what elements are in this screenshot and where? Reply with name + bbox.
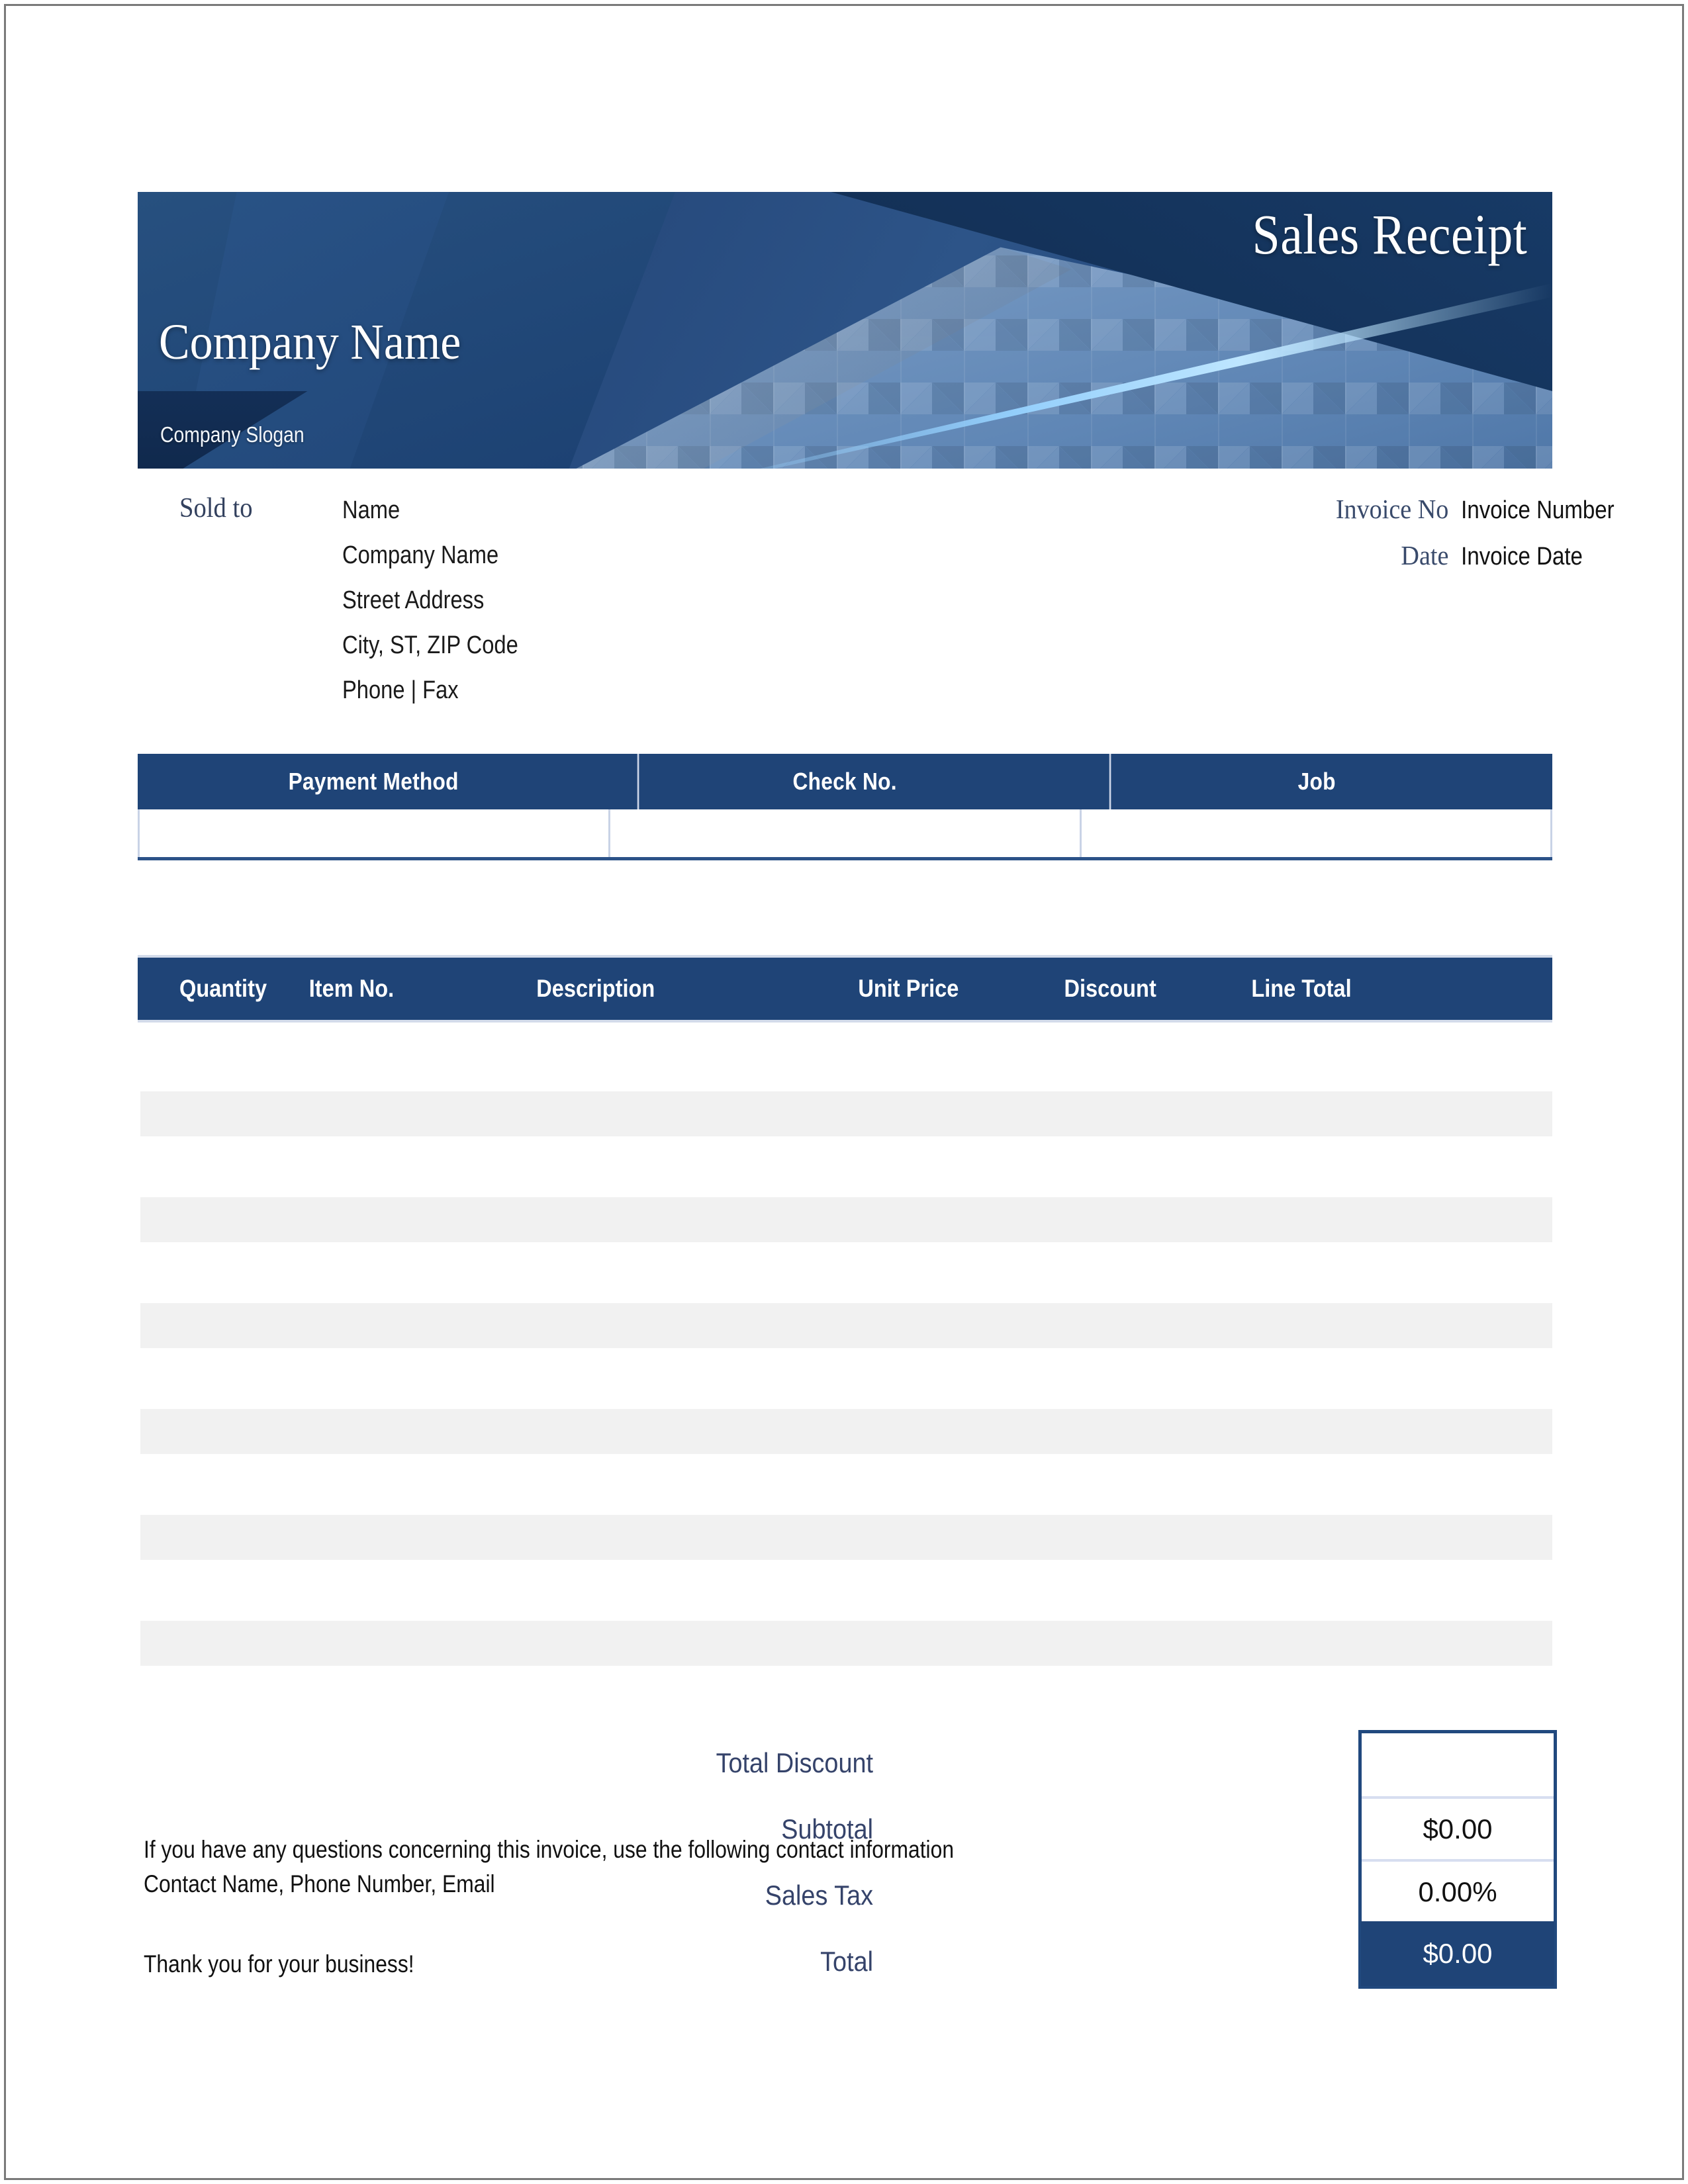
invoice-date-row: Date Invoice Date — [953, 533, 1681, 579]
quantity-header: Quantity — [179, 975, 267, 1002]
company-name: Company Name — [159, 314, 461, 370]
job-header: Job — [1109, 754, 1524, 809]
page-title: Sales Receipt — [1252, 203, 1527, 266]
table-row[interactable] — [140, 1409, 1552, 1454]
table-row[interactable] — [140, 1621, 1552, 1666]
check-no-header: Check No. — [637, 754, 1053, 809]
items-table-header: Quantity Item No. Description Unit Price… — [138, 955, 1552, 1023]
job-cell[interactable] — [1079, 809, 1550, 857]
invoice-date-label: Date — [1401, 540, 1448, 570]
payment-method-cell[interactable] — [140, 809, 608, 857]
payment-table: Payment Method Check No. Job — [138, 754, 1552, 860]
total-value: $0.00 — [1361, 1921, 1554, 1986]
invoice-number-value[interactable]: Invoice Number — [1448, 488, 1651, 533]
footer-contact-line: If you have any questions concerning thi… — [144, 1836, 955, 1863]
invoice-number-label: Invoice No — [1335, 494, 1448, 524]
sold-to-line: City, ST, ZIP Code — [342, 631, 518, 659]
table-row[interactable] — [140, 1303, 1552, 1348]
check-no-cell[interactable] — [608, 809, 1079, 857]
item-no-header: Item No. — [308, 975, 395, 1002]
page-sheet: Sales Receipt Company Name Company Sloga… — [4, 4, 1684, 2180]
sold-to-line: Name — [342, 496, 400, 524]
invoice-meta: Invoice No Invoice Number Date Invoice D… — [953, 486, 1681, 579]
sold-to-address: Name Company Name Street Address City, S… — [342, 488, 938, 713]
footer: If you have any questions concerning thi… — [144, 1833, 1173, 1978]
sold-to-line: Phone | Fax — [342, 676, 459, 704]
invoice-date-value[interactable]: Invoice Date — [1448, 534, 1651, 579]
description-header: Description — [536, 975, 655, 1002]
discount-header: Discount — [1064, 975, 1156, 1002]
table-row[interactable] — [140, 1197, 1552, 1242]
sold-to-line: Company Name — [342, 541, 499, 569]
payment-method-header: Payment Method — [288, 768, 459, 795]
sold-to-label: Sold to — [179, 493, 253, 523]
footer-contact-details: Contact Name, Phone Number, Email — [144, 1870, 495, 1897]
header-banner: Sales Receipt Company Name Company Sloga… — [138, 192, 1552, 469]
footer-thanks: Thank you for your business! — [144, 1950, 414, 1978]
unit-price-header: Unit Price — [858, 975, 959, 1002]
total-discount-value[interactable] — [1362, 1733, 1554, 1796]
company-slogan: Company Slogan — [160, 422, 305, 447]
payment-table-header: Payment Method Check No. Job — [138, 754, 1552, 809]
total-discount-label: Total Discount — [716, 1747, 873, 1778]
sold-to-line: Street Address — [342, 586, 485, 614]
table-row[interactable] — [140, 1515, 1552, 1560]
totals-values-box: $0.00 0.00% $0.00 — [1358, 1730, 1557, 1989]
table-row[interactable] — [140, 1091, 1552, 1136]
table-row — [138, 809, 1552, 857]
invoice-number-row: Invoice No Invoice Number — [953, 486, 1681, 533]
sales-tax-value[interactable]: 0.00% — [1362, 1859, 1554, 1922]
line-total-header: Line Total — [1251, 975, 1352, 1002]
subtotal-value: $0.00 — [1362, 1796, 1554, 1859]
